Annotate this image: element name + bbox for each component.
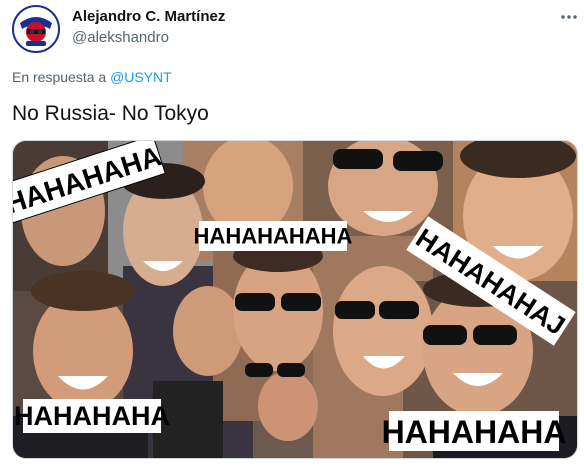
reply-context: En respuesta a @USYNT bbox=[12, 69, 172, 85]
meme-caption-5: HAHAHAHA bbox=[382, 414, 567, 450]
reply-mention-link[interactable]: @USYNT bbox=[110, 69, 172, 85]
meme-caption-4: HAHAHAHA bbox=[14, 401, 170, 431]
meme-collage: HAHAHAHA HAHAHAHAHA HAHAHAHAJ HAHAHAHA H… bbox=[13, 141, 577, 458]
author-name[interactable]: Alejandro C. Martínez bbox=[72, 8, 225, 25]
tweet-media-image[interactable]: HAHAHAHA HAHAHAHAHA HAHAHAHAJ HAHAHAHA H… bbox=[12, 140, 578, 459]
team-crest-avatar-icon bbox=[14, 7, 58, 51]
ellipsis-icon bbox=[561, 15, 577, 19]
more-options-button[interactable] bbox=[558, 6, 580, 28]
author-handle[interactable]: @alekshandro bbox=[72, 29, 169, 46]
tweet-text: No Russia- No Tokyo bbox=[12, 102, 209, 125]
reply-prefix: En respuesta a bbox=[12, 69, 111, 85]
avatar[interactable] bbox=[12, 5, 60, 53]
meme-caption-2: HAHAHAHAHA bbox=[194, 224, 353, 249]
